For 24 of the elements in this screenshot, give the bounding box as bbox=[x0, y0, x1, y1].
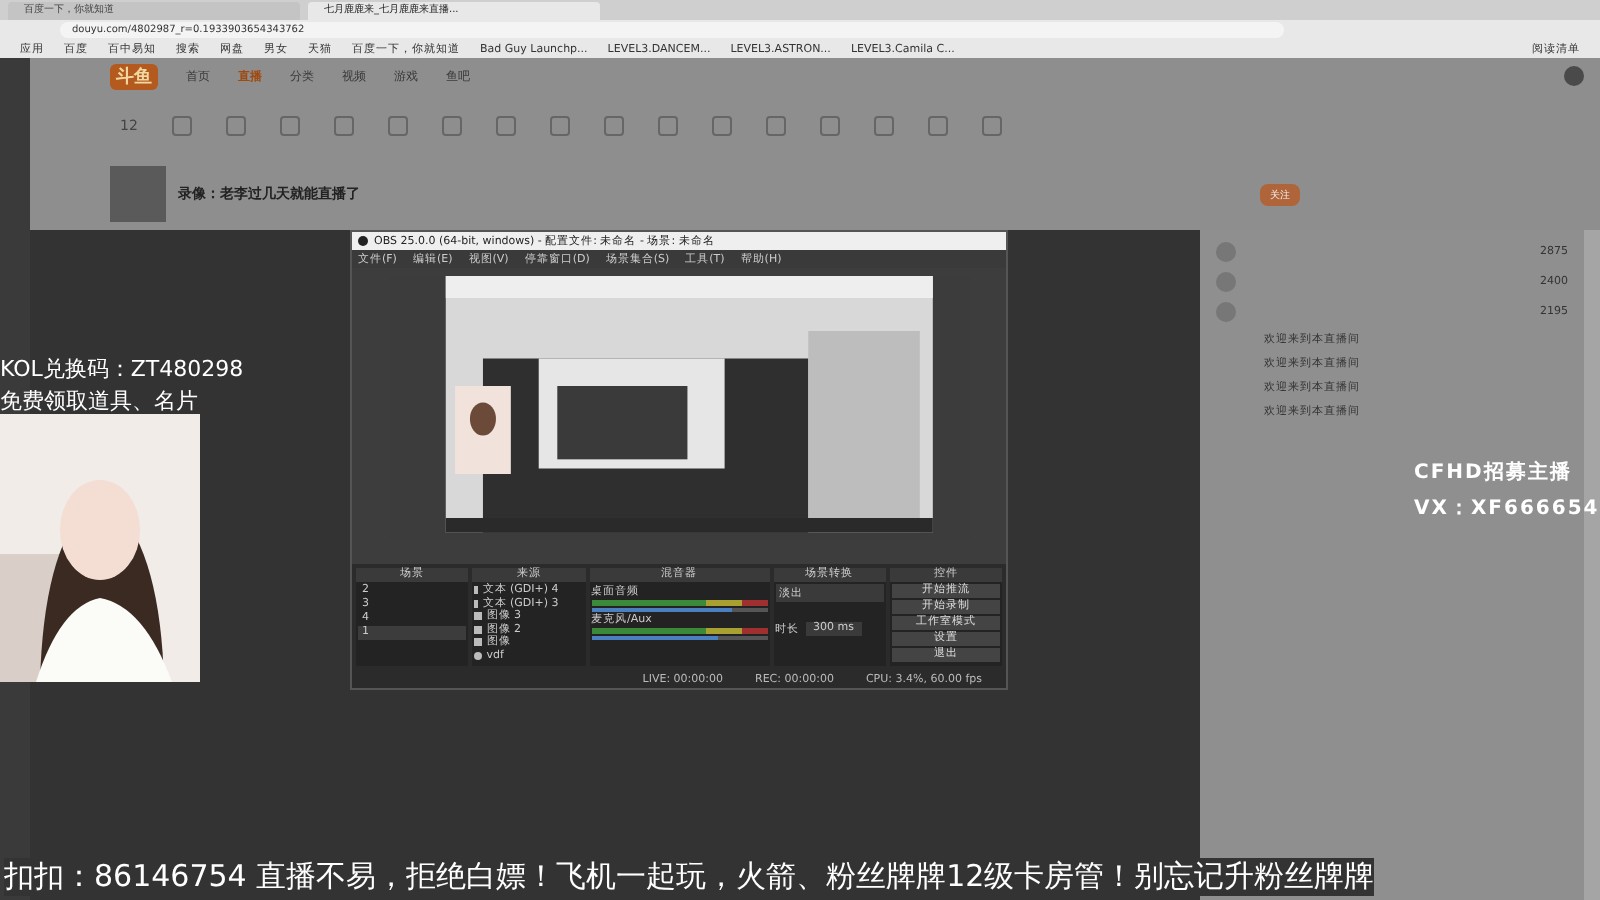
category-icon[interactable] bbox=[657, 116, 678, 136]
overlay-text: 免费领取道具、名片 bbox=[0, 386, 200, 416]
category-icon[interactable] bbox=[927, 116, 948, 136]
category-icon[interactable] bbox=[819, 116, 840, 136]
scrolling-text: 扣扣：86146754 直播不易，拒绝白嫖！飞机一起玩，火箭、粉丝牌牌12级卡房管！别忘记升粉丝牌牌 bbox=[4, 858, 1375, 896]
category-icon[interactable] bbox=[387, 116, 408, 136]
category-icon[interactable] bbox=[603, 116, 624, 136]
category-icon[interactable] bbox=[441, 116, 462, 136]
overlay-text: CFHD招募主播 bbox=[1414, 458, 1574, 486]
category-icon[interactable] bbox=[495, 116, 516, 136]
category-icon[interactable] bbox=[873, 116, 894, 136]
avatar-icon[interactable] bbox=[1564, 66, 1584, 86]
category-icon[interactable] bbox=[711, 116, 732, 136]
category-icon[interactable] bbox=[765, 116, 786, 136]
streamer-avatar bbox=[110, 166, 166, 222]
category-icon[interactable] bbox=[225, 116, 246, 136]
category-icon[interactable] bbox=[333, 116, 354, 136]
category-icon[interactable] bbox=[981, 116, 1002, 136]
category-icon[interactable] bbox=[549, 116, 570, 136]
category-icon[interactable] bbox=[171, 116, 192, 136]
category-icon[interactable] bbox=[279, 116, 300, 136]
app-icon bbox=[358, 236, 368, 246]
overlay-text: VX：XF666654 bbox=[1414, 496, 1600, 522]
overlay-text: KOL兑换码：ZT480298 bbox=[0, 354, 244, 384]
